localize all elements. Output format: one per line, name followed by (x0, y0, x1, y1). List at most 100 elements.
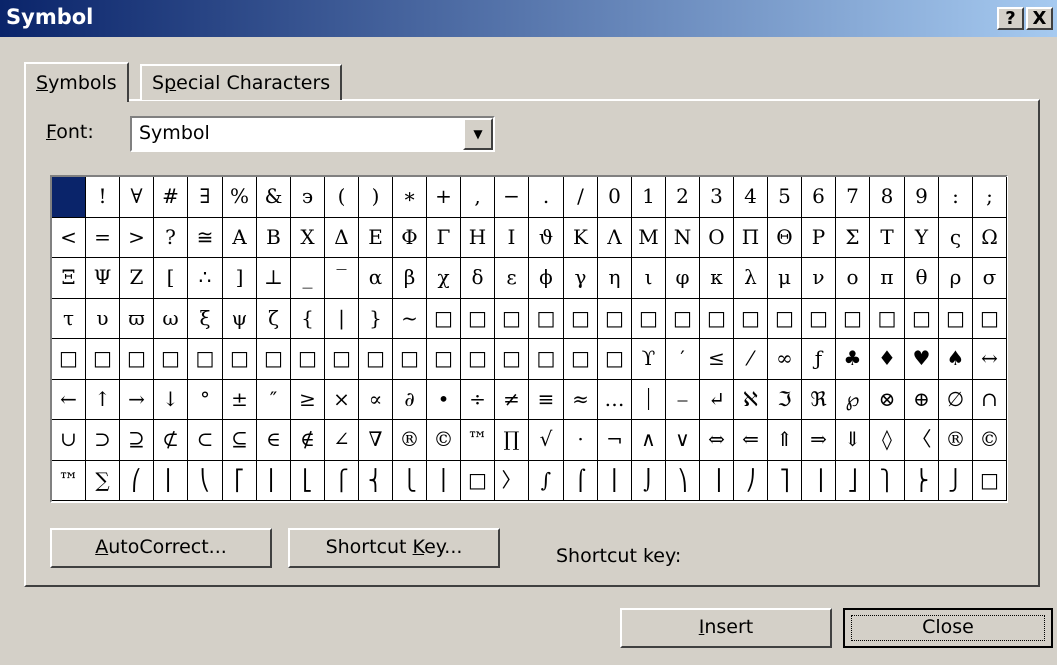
symbol-cell[interactable]: τ (52, 299, 86, 339)
symbol-cell[interactable]: ⎝ (188, 461, 223, 501)
symbol-cell[interactable]: ∨ (666, 420, 700, 461)
symbol-cell[interactable]: □ (564, 299, 598, 339)
symbol-cell[interactable]: ⇔ (700, 420, 734, 461)
symbol-cell[interactable]: □ (529, 339, 564, 380)
symbol-cell[interactable]: □ (700, 299, 734, 339)
symbol-cell[interactable]: □ (86, 339, 120, 380)
symbol-cell[interactable]: ⊥ (257, 258, 291, 299)
symbol-cell[interactable]: − (495, 177, 529, 218)
symbol-cell[interactable]: Τ (870, 218, 905, 258)
symbol-cell[interactable]: 2 (666, 177, 700, 218)
symbol-cell[interactable]: □ (257, 339, 291, 380)
symbol-cell[interactable]: ⎫ (870, 461, 905, 501)
symbol-cell[interactable]: . (529, 177, 564, 218)
symbol-cell[interactable]: Ξ (52, 258, 86, 299)
symbol-cell[interactable]: □ (461, 461, 495, 501)
symbol-cell[interactable]: • (427, 380, 461, 420)
symbol-cell[interactable]: 7 (836, 177, 870, 218)
symbol-cell[interactable]: ( (325, 177, 359, 218)
symbol-cell[interactable]: ⊄ (154, 420, 188, 461)
symbol-cell[interactable]: ⎯ (666, 380, 700, 420)
symbol-cell[interactable]: [ (154, 258, 188, 299)
symbol-cell[interactable]: Ο (700, 218, 734, 258)
tab-special-characters[interactable]: Special Characters (140, 64, 343, 100)
symbol-cell[interactable]: δ (461, 258, 495, 299)
symbol-cell[interactable]: ι (632, 258, 666, 299)
symbol-cell[interactable]: ⊃ (86, 420, 120, 461)
symbol-cell[interactable]: 1 (632, 177, 666, 218)
symbol-cell[interactable]: ⌠ (564, 461, 598, 501)
symbol-cell[interactable]: Ν (666, 218, 700, 258)
symbol-cell[interactable]: ℑ (768, 380, 802, 420)
symbol-cell[interactable]: | (325, 299, 359, 339)
symbol-cell[interactable]: / (564, 177, 598, 218)
symbol-cell[interactable]: { (291, 299, 325, 339)
symbol-cell[interactable]: ∴ (188, 258, 223, 299)
symbol-cell[interactable]: ϑ (529, 218, 564, 258)
symbol-cell[interactable]: Β (257, 218, 291, 258)
symbol-cell[interactable]: ⎛ (120, 461, 154, 501)
symbol-cell[interactable]: ← (52, 380, 86, 420)
symbol-cell[interactable]: ± (223, 380, 257, 420)
symbol-cell[interactable]: ~ (393, 299, 427, 339)
symbol-cell[interactable]: □ (632, 299, 666, 339)
symbol-cell[interactable]: Μ (632, 218, 666, 258)
symbol-cell[interactable]: ↓ (154, 380, 188, 420)
symbol-cell[interactable]: ⏐ (632, 380, 666, 420)
chevron-down-icon[interactable]: ▼ (463, 118, 493, 150)
symbol-cell[interactable]: Λ (598, 218, 632, 258)
symbol-cell[interactable]: □ (598, 339, 632, 380)
symbol-cell[interactable]: © (973, 420, 1007, 461)
symbol-cell[interactable]: 3 (700, 177, 734, 218)
symbol-cell[interactable]: ⊂ (188, 420, 223, 461)
symbol-cell[interactable]: 6 (802, 177, 836, 218)
symbol-cell[interactable]: ς (939, 218, 973, 258)
symbol-cell[interactable]: β (393, 258, 427, 299)
symbol-cell[interactable]: ℘ (836, 380, 870, 420)
symbol-cell[interactable]: σ (973, 258, 1007, 299)
symbol-cell[interactable]: φ (666, 258, 700, 299)
symbol-cell[interactable]: , (461, 177, 495, 218)
symbol-cell[interactable]: % (223, 177, 257, 218)
symbol-cell[interactable]: ◊ (870, 420, 905, 461)
symbol-cell[interactable]: ⎩ (393, 461, 427, 501)
symbol-cell[interactable]: 〈 (905, 420, 939, 461)
symbol-cell[interactable]: θ (905, 258, 939, 299)
symbol-cell[interactable]: ∝ (359, 380, 393, 420)
symbol-cell[interactable]: □ (836, 299, 870, 339)
symbol-cell[interactable]: ⁄ (734, 339, 768, 380)
symbol-cell[interactable]: ω (154, 299, 188, 339)
symbol-cell[interactable]: ∑ (86, 461, 120, 501)
symbol-cell[interactable]: ℵ (734, 380, 768, 420)
symbol-cell[interactable]: 5 (768, 177, 802, 218)
symbol-cell[interactable]: Χ (291, 218, 325, 258)
symbol-cell[interactable]: ψ (223, 299, 257, 339)
symbol-cell[interactable]: ∀ (120, 177, 154, 218)
symbol-cell[interactable]: □ (495, 339, 529, 380)
symbol-cell[interactable]: □ (461, 339, 495, 380)
symbol-cell[interactable]: ⎮ (598, 461, 632, 501)
symbol-cell[interactable]: ⎣ (291, 461, 325, 501)
symbol-cell[interactable]: □ (734, 299, 768, 339)
symbol-cell[interactable]: ; (973, 177, 1007, 218)
symbol-cell[interactable]: Θ (768, 218, 802, 258)
symbol-cell[interactable]: = (86, 218, 120, 258)
symbol-cell[interactable]: ⇑ (768, 420, 802, 461)
symbol-cell[interactable]: ⊆ (223, 420, 257, 461)
symbol-cell[interactable]: ⌡ (632, 461, 666, 501)
symbol-cell[interactable]: ⎟ (700, 461, 734, 501)
symbol-cell[interactable]: ⎥ (802, 461, 836, 501)
symbol-cell[interactable]: ! (86, 177, 120, 218)
symbol-cell[interactable]: □ (52, 339, 86, 380)
symbol-cell[interactable]: □ (427, 339, 461, 380)
symbol-cell[interactable]: ∈ (257, 420, 291, 461)
symbol-cell[interactable]: ≅ (188, 218, 223, 258)
font-select[interactable]: Symbol ▼ (130, 116, 495, 152)
symbol-cell[interactable]: ) (359, 177, 393, 218)
symbol-cell[interactable]: ξ (188, 299, 223, 339)
symbol-cell[interactable]: … (598, 380, 632, 420)
symbol-cell[interactable]: ® (939, 420, 973, 461)
symbol-cell[interactable]: ‾ (325, 258, 359, 299)
symbol-cell[interactable]: Φ (393, 218, 427, 258)
symbol-cell[interactable]: 〉 (495, 461, 529, 501)
